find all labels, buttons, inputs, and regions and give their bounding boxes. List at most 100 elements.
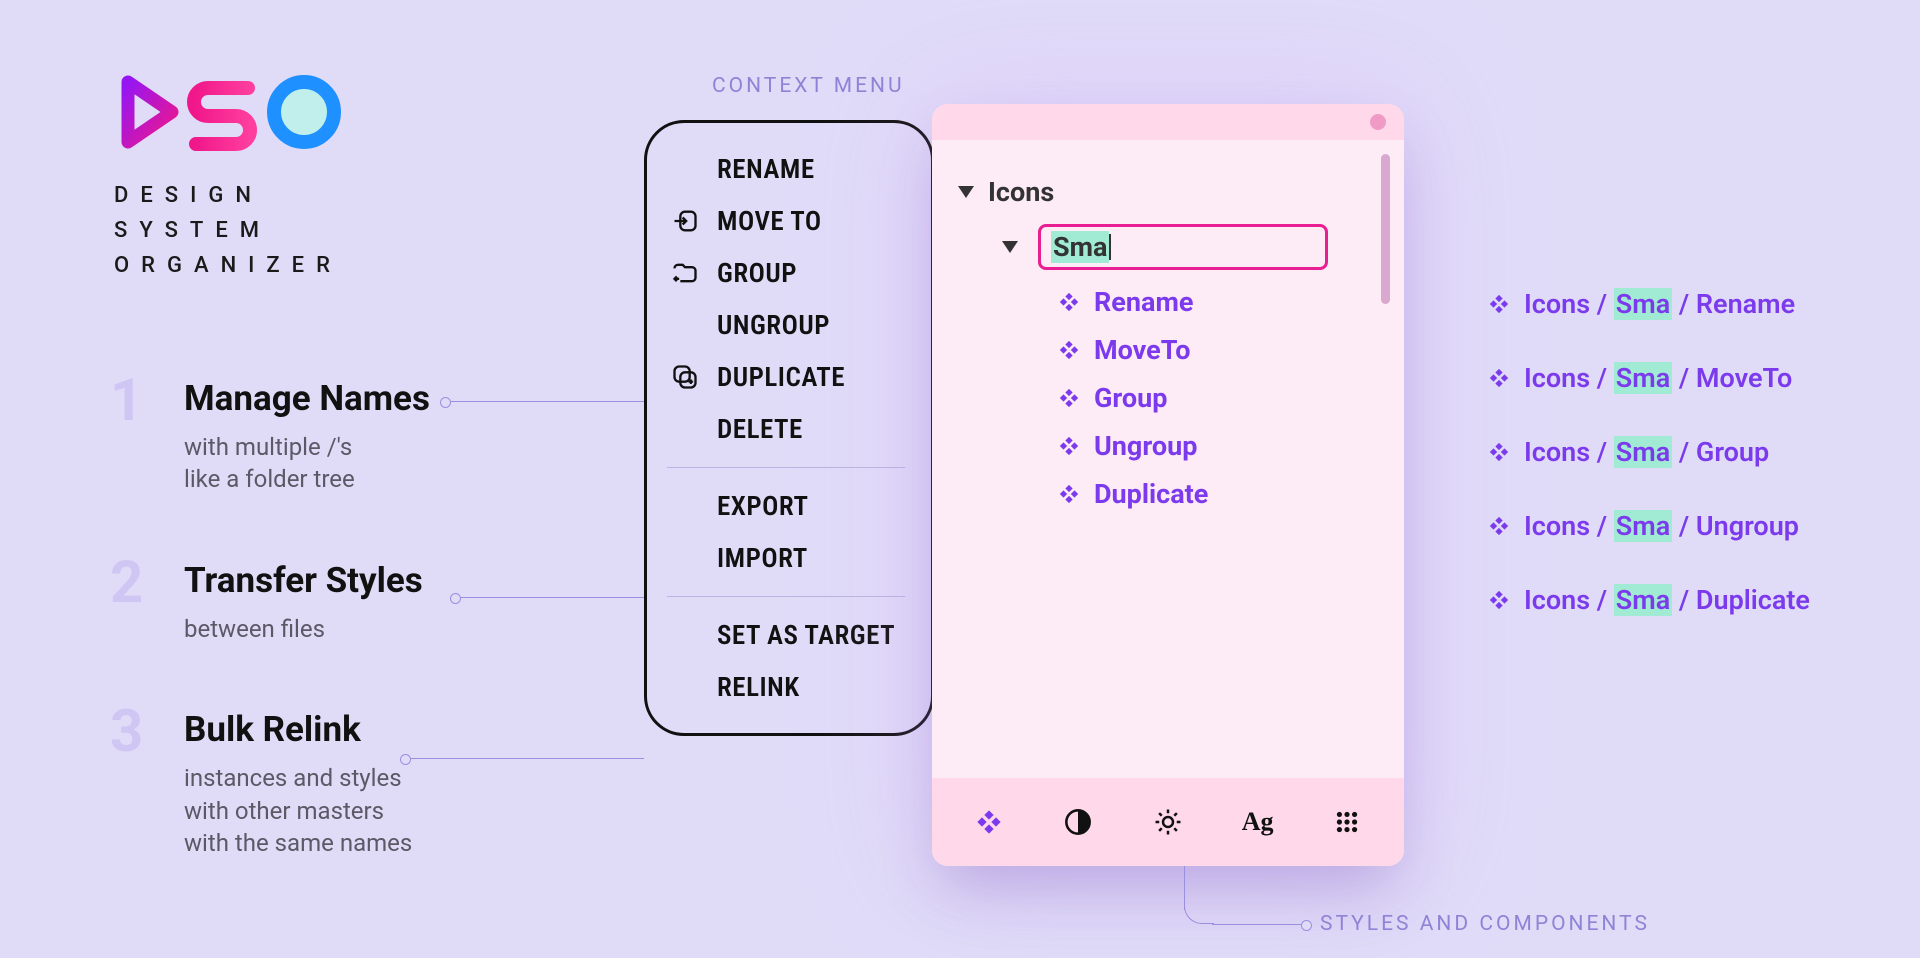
logo-subtitle: DESIGN SYSTEM ORGANIZER — [114, 178, 344, 284]
group-icon — [671, 259, 699, 287]
tree-node-icons[interactable]: Icons — [958, 168, 1404, 216]
cm-move-to[interactable]: MOVE TO — [647, 195, 925, 247]
move-to-icon — [671, 207, 699, 235]
tab-components[interactable] — [969, 802, 1009, 842]
connector-line — [450, 401, 644, 402]
path-row: Icons / Sma / Rename — [1488, 288, 1810, 320]
tree-label: Duplicate — [1094, 478, 1208, 510]
path-text: Icons / Sma / Duplicate — [1524, 584, 1810, 616]
cm-import[interactable]: IMPORT — [647, 532, 925, 584]
path-row: Icons / Sma / MoveTo — [1488, 362, 1810, 394]
chevron-down-icon — [1002, 241, 1018, 253]
separator — [667, 596, 905, 597]
blank-icon — [671, 621, 699, 649]
component-icon — [1488, 515, 1510, 537]
tab-fill-styles[interactable] — [1058, 802, 1098, 842]
path-text: Icons / Sma / MoveTo — [1524, 362, 1792, 394]
tab-text-styles[interactable]: Ag — [1238, 802, 1278, 842]
component-icon — [1058, 435, 1080, 457]
cm-label: EXPORT — [717, 490, 808, 522]
cm-set-as-target[interactable]: SET AS TARGET — [647, 609, 925, 661]
feature-transfer-styles: 2 Transfer Styles between files — [110, 560, 430, 645]
cm-rename[interactable]: RENAME — [647, 143, 925, 195]
separator — [667, 467, 905, 468]
blank-icon — [671, 155, 699, 183]
path-row: Icons / Sma / Group — [1488, 436, 1810, 468]
panel-titlebar — [932, 104, 1404, 140]
tree-node-editing[interactable]: Sma — [958, 216, 1404, 278]
feature-number: 1 — [110, 378, 154, 424]
rename-input-value: Sma — [1051, 231, 1109, 263]
path-row: Icons / Sma / Duplicate — [1488, 584, 1810, 616]
component-icon — [1058, 387, 1080, 409]
rename-input[interactable]: Sma — [1038, 224, 1328, 270]
close-icon[interactable] — [1370, 114, 1386, 130]
cm-label: RENAME — [717, 153, 815, 185]
panel-tabs: Ag — [932, 778, 1404, 866]
path-text: Icons / Sma / Group — [1524, 436, 1769, 468]
connector-line — [1184, 894, 1214, 924]
tree-label: Ungroup — [1094, 430, 1197, 462]
path-text: Icons / Sma / Rename — [1524, 288, 1795, 320]
connector-line — [1212, 924, 1302, 925]
styles-label: STYLES AND COMPONENTS — [1320, 912, 1650, 936]
tree-leaf[interactable]: Group — [958, 374, 1404, 422]
blank-icon — [671, 544, 699, 572]
tree-leaf[interactable]: Duplicate — [958, 470, 1404, 518]
component-icon — [1058, 291, 1080, 313]
feature-number: 3 — [110, 709, 154, 755]
cm-relink[interactable]: RELINK — [647, 661, 925, 713]
feature-desc: instances and styles with other masters … — [184, 762, 412, 859]
tree-label: Rename — [1094, 286, 1193, 318]
cm-label: GROUP — [717, 257, 797, 289]
connector-line — [460, 597, 644, 598]
component-icon — [1488, 293, 1510, 315]
chevron-down-icon — [958, 186, 974, 198]
features-list: 1 Manage Names with multiple /'s like a … — [110, 378, 430, 923]
path-row: Icons / Sma / Ungroup — [1488, 510, 1810, 542]
cm-label: RELINK — [717, 671, 800, 703]
context-menu-label: CONTEXT MENU — [712, 74, 905, 98]
tree-leaf[interactable]: Ungroup — [958, 422, 1404, 470]
paths-preview: Icons / Sma / Rename Icons / Sma / MoveTo… — [1488, 288, 1810, 658]
logo: DESIGN SYSTEM ORGANIZER — [114, 72, 344, 284]
blank-icon — [671, 311, 699, 339]
tree-leaf[interactable]: Rename — [958, 278, 1404, 326]
cm-label: DUPLICATE — [717, 361, 845, 393]
cm-delete[interactable]: DELETE — [647, 403, 925, 455]
cm-group[interactable]: GROUP — [647, 247, 925, 299]
logo-mark — [114, 72, 344, 152]
cm-label: SET AS TARGET — [717, 619, 895, 651]
component-icon — [1488, 441, 1510, 463]
panel-body: Icons Sma Rename MoveTo Group Ungroup Duplic… — [932, 140, 1404, 778]
feature-title: Bulk Relink — [184, 709, 412, 750]
blank-icon — [671, 415, 699, 443]
scrollbar[interactable] — [1381, 154, 1390, 304]
component-icon — [1488, 367, 1510, 389]
tree-label: MoveTo — [1094, 334, 1190, 366]
feature-bulk-relink: 3 Bulk Relink instances and styles with … — [110, 709, 430, 859]
cm-duplicate[interactable]: DUPLICATE — [647, 351, 925, 403]
context-menu: RENAME MOVE TO GROUP UNGROUP DUPLICATE D… — [644, 120, 934, 736]
tree-label: Icons — [988, 176, 1054, 208]
feature-number: 2 — [110, 560, 154, 606]
path-text: Icons / Sma / Ungroup — [1524, 510, 1799, 542]
feature-title: Transfer Styles — [184, 560, 423, 601]
tab-effect-styles[interactable] — [1148, 802, 1188, 842]
tree-leaf[interactable]: MoveTo — [958, 326, 1404, 374]
cm-label: DELETE — [717, 413, 803, 445]
tree-label: Group — [1094, 382, 1167, 414]
cm-ungroup[interactable]: UNGROUP — [647, 299, 925, 351]
component-icon — [1488, 589, 1510, 611]
cm-label: IMPORT — [717, 542, 808, 574]
feature-manage-names: 1 Manage Names with multiple /'s like a … — [110, 378, 430, 496]
tab-grid-styles[interactable] — [1327, 802, 1367, 842]
component-icon — [1058, 483, 1080, 505]
blank-icon — [671, 673, 699, 701]
cm-label: UNGROUP — [717, 309, 830, 341]
cm-export[interactable]: EXPORT — [647, 480, 925, 532]
connector-line — [410, 758, 644, 759]
duplicate-icon — [671, 363, 699, 391]
component-icon — [1058, 339, 1080, 361]
text-icon: Ag — [1242, 807, 1274, 837]
